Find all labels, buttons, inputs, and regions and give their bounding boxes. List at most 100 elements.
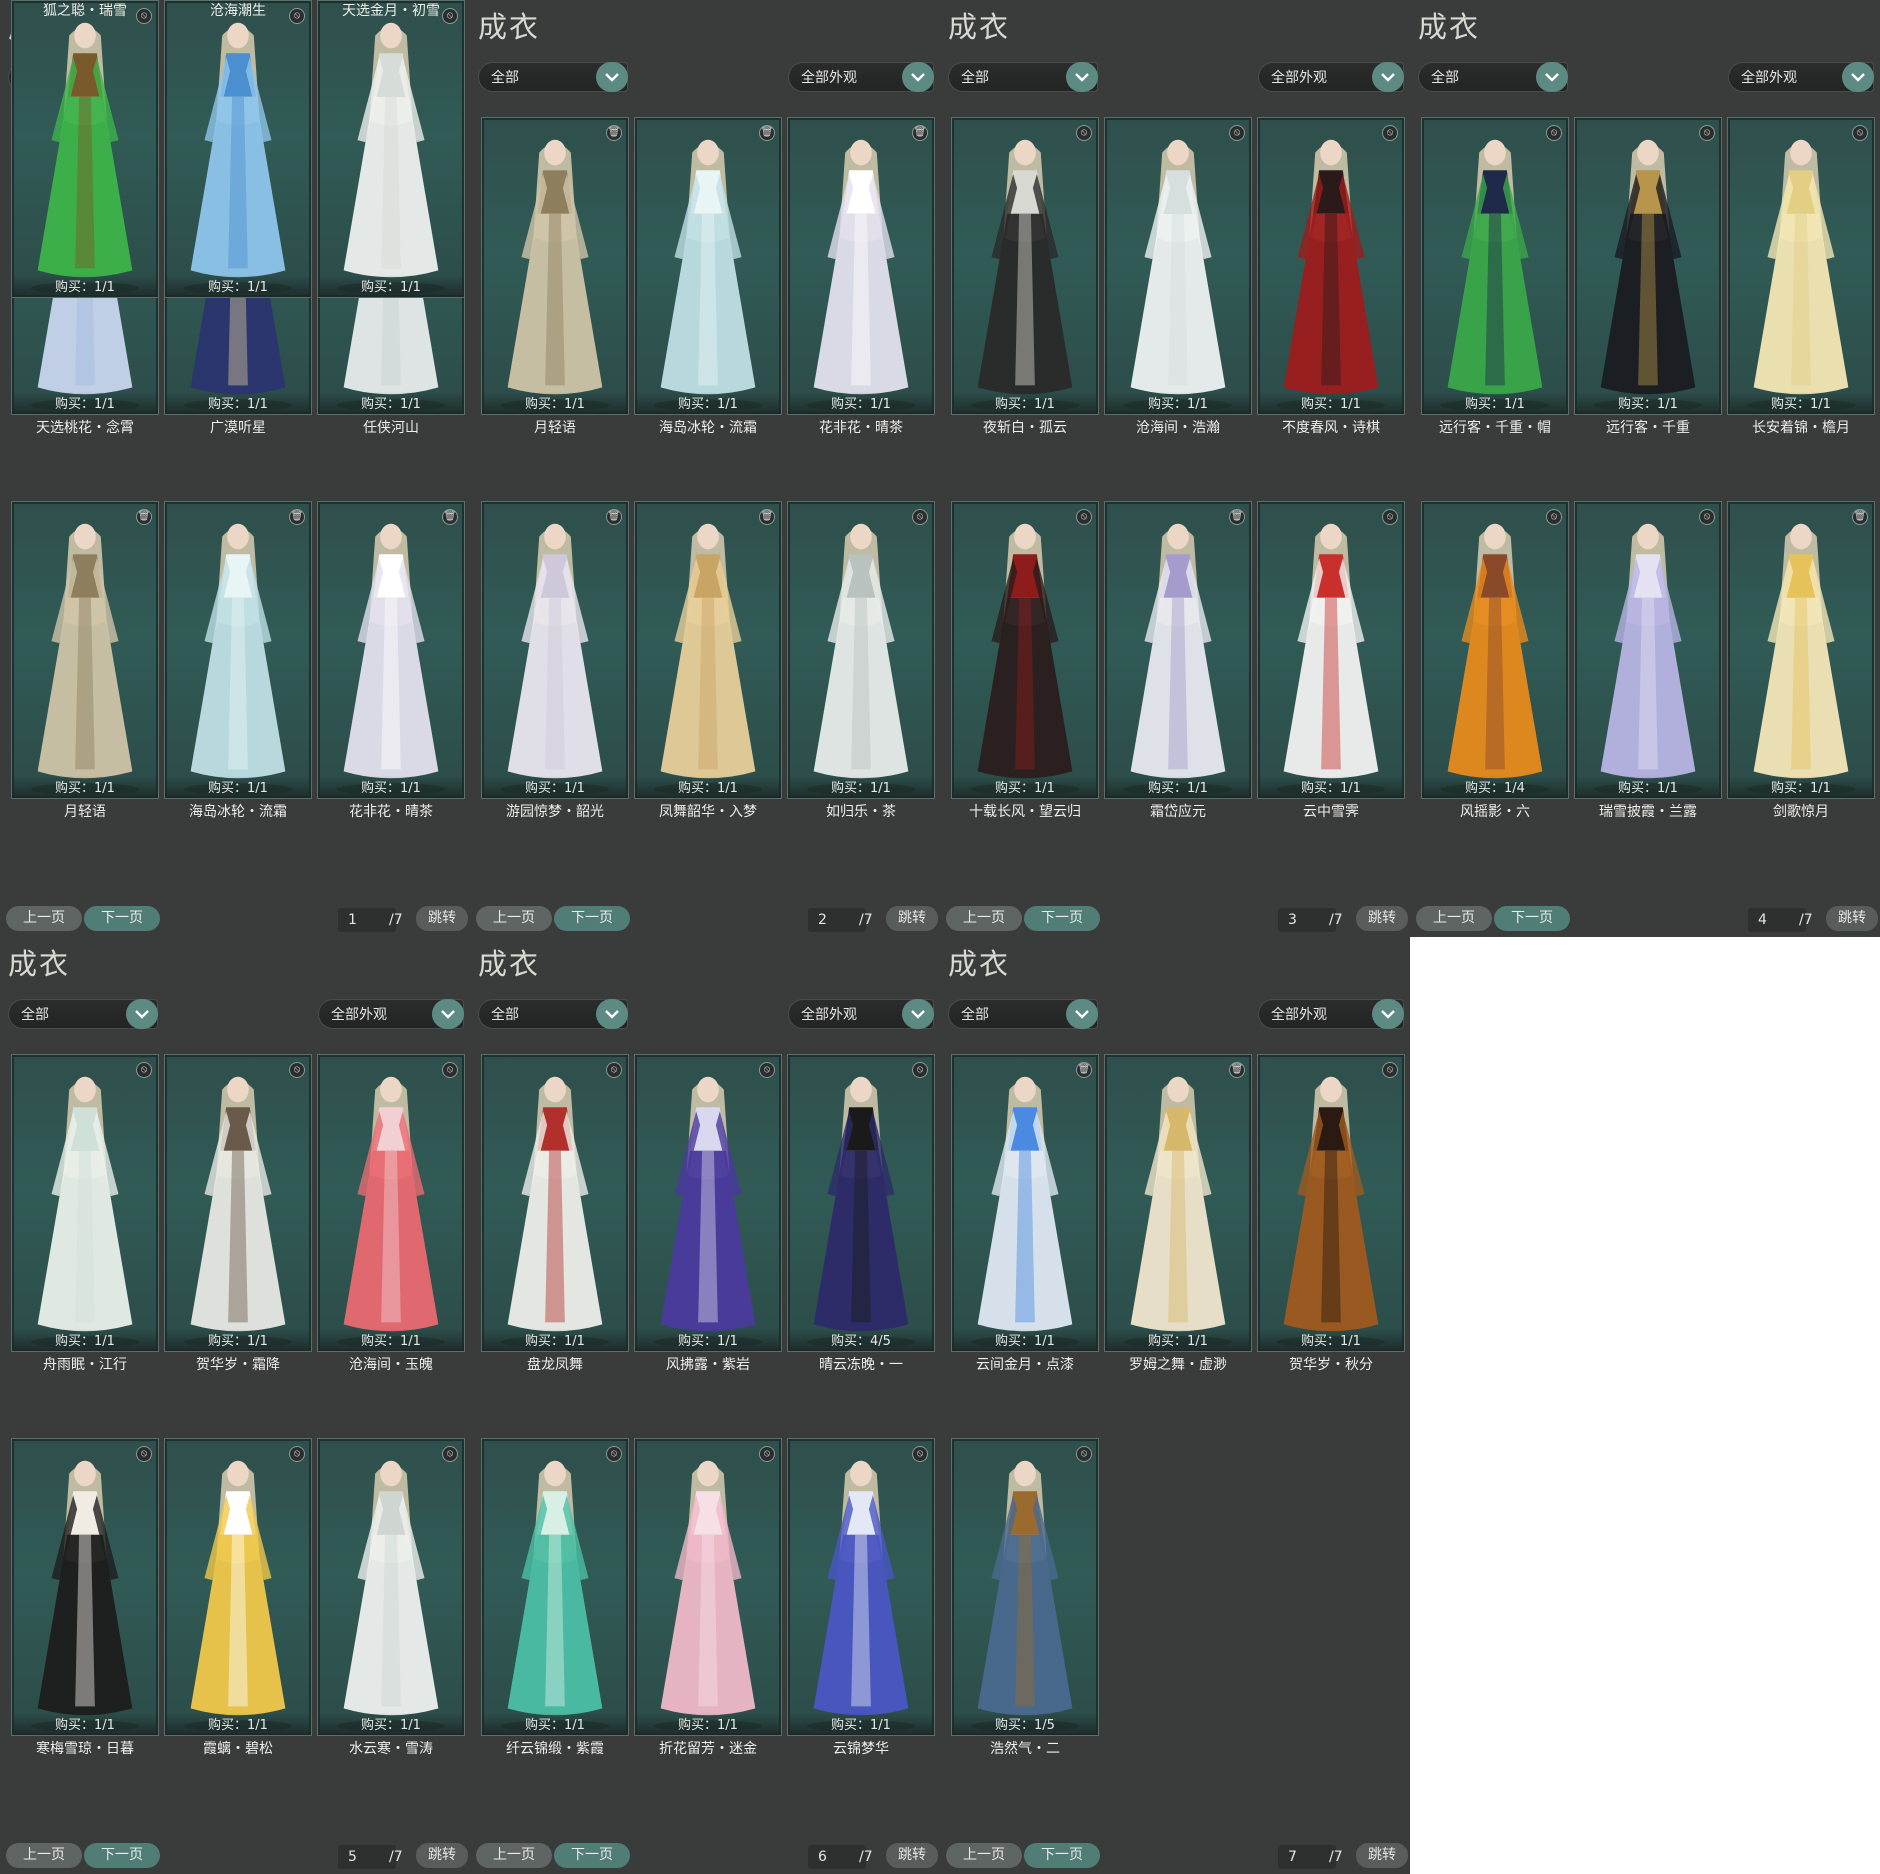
trash-icon[interactable]: 🗑 — [759, 509, 775, 525]
slash-icon[interactable]: ⦸ — [759, 1446, 775, 1462]
outfit-card[interactable]: ⦸ 购买：1/4 — [1421, 501, 1569, 799]
slash-icon[interactable]: ⦸ — [1546, 125, 1562, 141]
slash-icon[interactable]: ⦸ — [1076, 509, 1092, 525]
chevron-down-icon[interactable] — [1536, 62, 1568, 92]
outfit-card[interactable]: ⦸ 购买：1/1 — [11, 1054, 159, 1352]
category-dropdown[interactable]: 全部 — [8, 999, 158, 1029]
slash-icon[interactable]: ⦸ — [1076, 125, 1092, 141]
slash-icon[interactable]: ⦸ — [289, 1062, 305, 1078]
trash-icon[interactable]: 🗑 — [1229, 1062, 1245, 1078]
chevron-down-icon[interactable] — [1066, 62, 1098, 92]
slash-icon[interactable]: ⦸ — [442, 1062, 458, 1078]
outfit-card[interactable]: 🗑 购买：1/1 — [481, 501, 629, 799]
chevron-down-icon[interactable] — [596, 62, 628, 92]
outfit-card[interactable]: 🗑 购买：1/1 — [1727, 501, 1875, 799]
appearance-dropdown[interactable]: 全部外观 — [318, 999, 464, 1029]
slash-icon[interactable]: ⦸ — [1382, 1062, 1398, 1078]
chevron-down-icon[interactable] — [432, 999, 464, 1029]
prev-page-button[interactable]: 上一页 — [6, 906, 82, 931]
slash-icon[interactable]: ⦸ — [1699, 125, 1715, 141]
slash-icon[interactable]: ⦸ — [606, 1062, 622, 1078]
category-dropdown[interactable]: 全部 — [948, 62, 1098, 92]
outfit-card[interactable]: ⦸ 购买：1/1 — [1727, 117, 1875, 415]
next-page-button[interactable]: 下一页 — [84, 906, 160, 931]
outfit-card[interactable]: 🗑 购买：1/1 — [1104, 1054, 1252, 1352]
page-number-input[interactable]: 7 — [1278, 1845, 1336, 1869]
next-page-button[interactable]: 下一页 — [554, 906, 630, 931]
chevron-down-icon[interactable] — [126, 999, 158, 1029]
outfit-card[interactable]: ⦸ 购买：1/1 — [787, 501, 935, 799]
slash-icon[interactable]: ⦸ — [289, 1446, 305, 1462]
outfit-card[interactable]: ⦸ 购买：1/1 — [634, 1054, 782, 1352]
outfit-card[interactable]: ⦸ 购买：1/1 — [1257, 1054, 1405, 1352]
trash-icon[interactable]: 🗑 — [606, 509, 622, 525]
next-page-button[interactable]: 下一页 — [84, 1843, 160, 1868]
chevron-down-icon[interactable] — [1066, 999, 1098, 1029]
appearance-dropdown[interactable]: 全部外观 — [788, 62, 934, 92]
slash-icon[interactable]: ⦸ — [136, 1062, 152, 1078]
category-dropdown[interactable]: 全部 — [478, 999, 628, 1029]
outfit-card[interactable]: ⦸ 购买：1/1 — [1574, 117, 1722, 415]
outfit-card[interactable]: ⦸ 购买：1/1 — [1574, 501, 1722, 799]
appearance-dropdown[interactable]: 全部外观 — [1258, 999, 1404, 1029]
outfit-card[interactable]: ⦸ 购买：1/1 — [1104, 117, 1252, 415]
jump-button[interactable]: 跳转 — [1356, 906, 1408, 931]
slash-icon[interactable]: ⦸ — [1852, 125, 1868, 141]
outfit-card[interactable]: ⦸ 购买：1/1 — [11, 0, 159, 298]
appearance-dropdown[interactable]: 全部外观 — [1728, 62, 1874, 92]
trash-icon[interactable]: 🗑 — [606, 125, 622, 141]
outfit-card[interactable]: 🗑 购买：1/1 — [1104, 501, 1252, 799]
slash-icon[interactable]: ⦸ — [606, 1446, 622, 1462]
trash-icon[interactable]: 🗑 — [1076, 1062, 1092, 1078]
slash-icon[interactable]: ⦸ — [1382, 509, 1398, 525]
page-number-input[interactable]: 6 — [808, 1845, 866, 1869]
outfit-card[interactable]: ⦸ 购买：1/1 — [951, 501, 1099, 799]
slash-icon[interactable]: ⦸ — [442, 1446, 458, 1462]
trash-icon[interactable]: 🗑 — [289, 509, 305, 525]
category-dropdown[interactable]: 全部 — [1418, 62, 1568, 92]
page-number-input[interactable]: 2 — [808, 908, 866, 932]
outfit-card[interactable]: ⦸ 购买：1/1 — [164, 1054, 312, 1352]
prev-page-button[interactable]: 上一页 — [476, 906, 552, 931]
outfit-card[interactable]: ⦸ 购买：1/1 — [317, 0, 465, 298]
outfit-card[interactable]: ⦸ 购买：1/1 — [481, 1438, 629, 1736]
outfit-card[interactable]: ⦸ 购买：1/1 — [1257, 117, 1405, 415]
prev-page-button[interactable]: 上一页 — [1416, 906, 1492, 931]
category-dropdown[interactable]: 全部 — [948, 999, 1098, 1029]
outfit-card[interactable]: ⦸ 购买：1/1 — [1257, 501, 1405, 799]
chevron-down-icon[interactable] — [1372, 999, 1404, 1029]
jump-button[interactable]: 跳转 — [886, 1843, 938, 1868]
outfit-card[interactable]: ⦸ 购买：1/1 — [317, 1054, 465, 1352]
chevron-down-icon[interactable] — [902, 999, 934, 1029]
appearance-dropdown[interactable]: 全部外观 — [788, 999, 934, 1029]
jump-button[interactable]: 跳转 — [416, 1843, 468, 1868]
jump-button[interactable]: 跳转 — [1356, 1843, 1408, 1868]
chevron-down-icon[interactable] — [902, 62, 934, 92]
outfit-card[interactable]: ⦸ 购买：1/1 — [787, 1438, 935, 1736]
slash-icon[interactable]: ⦸ — [1546, 509, 1562, 525]
outfit-card[interactable]: ⦸ 购买：1/1 — [1421, 117, 1569, 415]
outfit-card[interactable]: 🗑 购买：1/1 — [787, 117, 935, 415]
slash-icon[interactable]: ⦸ — [912, 1062, 928, 1078]
trash-icon[interactable]: 🗑 — [1229, 509, 1245, 525]
outfit-card[interactable]: 🗑 购买：1/1 — [317, 501, 465, 799]
slash-icon[interactable]: ⦸ — [1699, 509, 1715, 525]
prev-page-button[interactable]: 上一页 — [476, 1843, 552, 1868]
outfit-card[interactable]: ⦸ 购买：1/1 — [164, 1438, 312, 1736]
category-dropdown[interactable]: 全部 — [478, 62, 628, 92]
outfit-card[interactable]: ⦸ 购买：1/1 — [11, 1438, 159, 1736]
appearance-dropdown[interactable]: 全部外观 — [1258, 62, 1404, 92]
outfit-card[interactable]: ⦸ 购买：1/1 — [951, 117, 1099, 415]
next-page-button[interactable]: 下一页 — [1024, 1843, 1100, 1868]
page-number-input[interactable]: 5 — [338, 1845, 396, 1869]
slash-icon[interactable]: ⦸ — [1229, 125, 1245, 141]
outfit-card[interactable]: ⦸ 购买：1/1 — [317, 1438, 465, 1736]
jump-button[interactable]: 跳转 — [1826, 906, 1878, 931]
outfit-card[interactable]: ⦸ 购买：1/1 — [481, 1054, 629, 1352]
outfit-card[interactable]: 🗑 购买：1/1 — [11, 501, 159, 799]
slash-icon[interactable]: ⦸ — [759, 1062, 775, 1078]
chevron-down-icon[interactable] — [1372, 62, 1404, 92]
page-number-input[interactable]: 4 — [1748, 908, 1806, 932]
slash-icon[interactable]: ⦸ — [1382, 125, 1398, 141]
outfit-card[interactable]: ⦸ 购买：4/5 — [787, 1054, 935, 1352]
